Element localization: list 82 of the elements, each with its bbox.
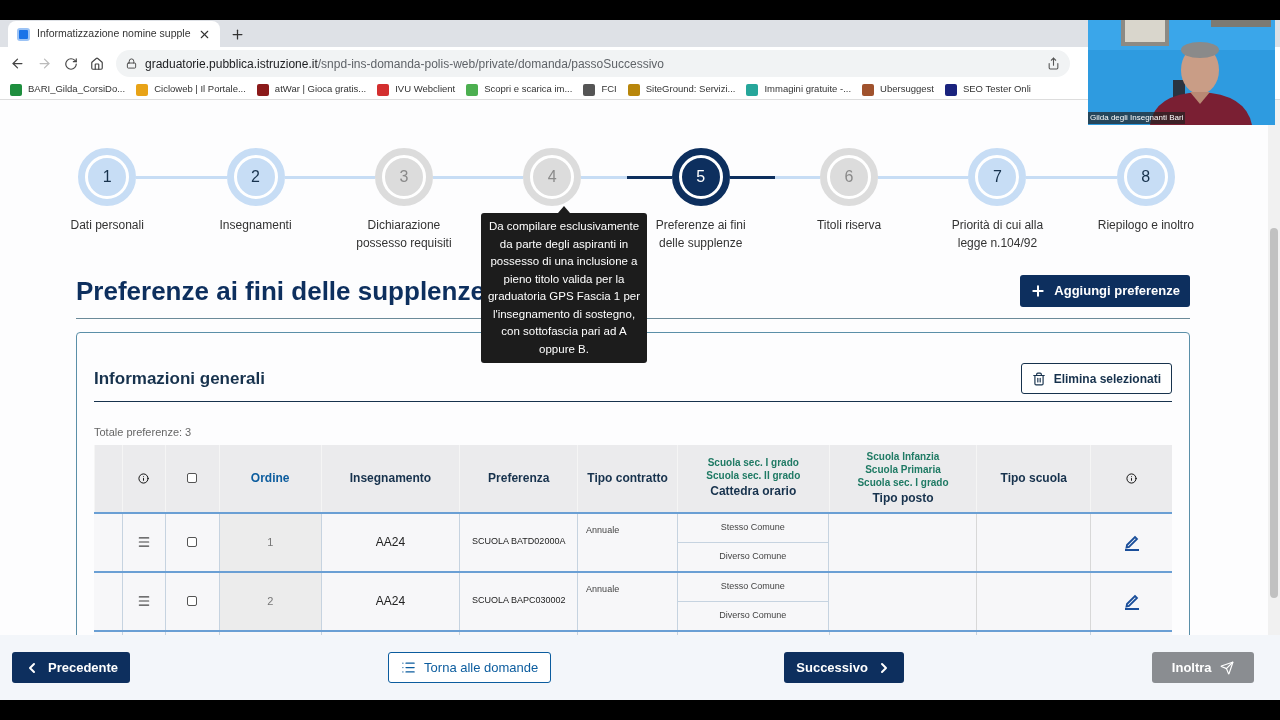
contract-cell: Annuale bbox=[586, 583, 620, 594]
teaching-cell-text: AA24 bbox=[375, 593, 406, 610]
column-header: Insegnamento bbox=[349, 470, 432, 487]
step-number: 1 bbox=[102, 167, 112, 187]
bookmark[interactable]: BARI_Gilda_CorsiDo... bbox=[10, 82, 126, 97]
scrollbar[interactable] bbox=[1268, 100, 1280, 635]
column-note: Scuola sec. I grado bbox=[707, 456, 799, 469]
bookmark[interactable]: Immagini gratuite -... bbox=[746, 82, 852, 97]
browser-tab[interactable]: Informatizzazione nomine supple bbox=[8, 21, 220, 47]
back-icon[interactable] bbox=[10, 56, 25, 71]
step-label: Priorità di cui alla legge n.104/92 bbox=[950, 217, 1045, 252]
column-note: Scuola Primaria bbox=[865, 462, 941, 476]
new-tab-icon[interactable] bbox=[230, 27, 245, 42]
bookmark[interactable]: FCI bbox=[583, 82, 617, 97]
order-cell-text: 1 bbox=[267, 534, 274, 550]
drag-handle-icon[interactable] bbox=[136, 594, 151, 608]
share-icon[interactable] bbox=[1047, 57, 1060, 70]
bookmark[interactable]: atWar | Gioca gratis... bbox=[256, 82, 367, 97]
hours-cell-text: Diverso Comune bbox=[719, 549, 787, 563]
hours-cell-text: Stesso Comune bbox=[720, 579, 785, 593]
edit-icon[interactable] bbox=[1123, 533, 1140, 551]
list-icon bbox=[401, 660, 417, 675]
card-title: Informazioni generali bbox=[94, 367, 265, 390]
order-cell-text: 2 bbox=[267, 593, 274, 609]
step-number: 7 bbox=[993, 167, 1002, 187]
total-count: Totale preferenze: 3 bbox=[94, 425, 193, 440]
add-preferences-button[interactable]: Aggiungi preferenze bbox=[1020, 275, 1190, 307]
step-number: 6 bbox=[844, 167, 854, 187]
step-label: Preferenze ai fini delle supplenze bbox=[654, 217, 747, 252]
row-checkbox[interactable] bbox=[187, 596, 198, 606]
hours-cell-text: Stesso Comune bbox=[720, 520, 785, 534]
step-number: 2 bbox=[251, 167, 260, 187]
url-host: graduatorie.pubblica.istruzione.it bbox=[145, 56, 318, 71]
info-icon[interactable] bbox=[1126, 472, 1138, 484]
delete-selected-button[interactable]: Elimina selezionati bbox=[1020, 363, 1172, 394]
column-note: Scuola sec. II grado bbox=[706, 469, 801, 482]
row-checkbox[interactable] bbox=[187, 537, 198, 547]
column-header: Tipo contratto bbox=[587, 470, 668, 487]
info-icon[interactable] bbox=[138, 472, 150, 484]
column-header: Preferenza bbox=[488, 470, 550, 487]
send-icon bbox=[1219, 660, 1234, 675]
column-header: Tipo posto bbox=[872, 489, 934, 507]
url-path: /snpd-ins-domanda-polis-web/private/domanda/passoSuccessivo bbox=[317, 56, 664, 71]
column-header: Cattedra orario bbox=[710, 483, 797, 500]
step-number: 3 bbox=[399, 167, 409, 187]
home-icon[interactable] bbox=[90, 56, 104, 71]
step-label: Insegnamenti bbox=[218, 217, 293, 234]
step-label: Dati personali bbox=[69, 217, 145, 234]
preference-cell: SCUOLA BATD02000A bbox=[472, 535, 566, 549]
bookmark[interactable]: Scopri e scarica im... bbox=[466, 82, 573, 97]
lock-icon bbox=[126, 58, 137, 69]
hours-cell-text: Diverso Comune bbox=[719, 608, 787, 622]
step-number: 5 bbox=[696, 167, 706, 187]
select-all-checkbox[interactable] bbox=[187, 473, 198, 483]
preference-cell: SCUOLA BAPC030002 bbox=[471, 594, 566, 608]
column-note: Scuola Infanzia bbox=[866, 449, 940, 463]
contract-cell: Annuale bbox=[586, 524, 620, 535]
drag-handle-icon[interactable] bbox=[136, 535, 151, 549]
reload-icon[interactable] bbox=[64, 56, 78, 71]
bookmark[interactable]: Ubersuggest bbox=[862, 82, 934, 97]
column-header[interactable]: Ordine bbox=[250, 469, 290, 487]
column-header: Tipo scuola bbox=[1000, 470, 1067, 487]
bookmark[interactable]: Cicloweb | Il Portale... bbox=[136, 82, 246, 97]
address-field[interactable]: graduatorie.pubblica.istruzione.it/snpd-ins-domanda-polis-web/private/domanda/passoSuccessivo bbox=[116, 50, 1070, 77]
tab-title: Informatizzazione nomine supple bbox=[37, 26, 191, 42]
step-number: 4 bbox=[547, 167, 557, 187]
webcam-caption: Gilda degli Insegnanti Bari bbox=[1088, 112, 1186, 124]
trash-icon bbox=[1031, 371, 1046, 386]
step-label: Dichiarazione possesso requisiti bbox=[355, 217, 453, 252]
footer-button[interactable]: Torna alle domande bbox=[388, 652, 552, 683]
step-number: 8 bbox=[1141, 167, 1151, 187]
bookmark[interactable]: SiteGround: Servizi... bbox=[627, 82, 736, 97]
step-label: Riepilogo e inoltro bbox=[1096, 217, 1195, 234]
bookmark[interactable]: IVU Webclient bbox=[377, 82, 456, 97]
tooltip: Da compilare esclusivamente da parte degli aspiranti in possesso di una inclusione a pieno titolo valida per la graduatoria GPS Fascia 1 per l'insegnamento di sostegno, con sottofascia pari ad A oppure B. bbox=[481, 213, 647, 363]
bookmark[interactable]: SEO Tester Onli bbox=[944, 82, 1031, 97]
teaching-cell-text: AA24 bbox=[375, 534, 406, 551]
footer-button[interactable]: Precedente bbox=[12, 652, 131, 683]
footer-button[interactable]: Successivo bbox=[784, 652, 904, 683]
edit-icon[interactable] bbox=[1123, 592, 1140, 610]
step-label: Titoli riserva bbox=[815, 217, 883, 234]
column-note: Scuola sec. I grado bbox=[857, 475, 949, 489]
